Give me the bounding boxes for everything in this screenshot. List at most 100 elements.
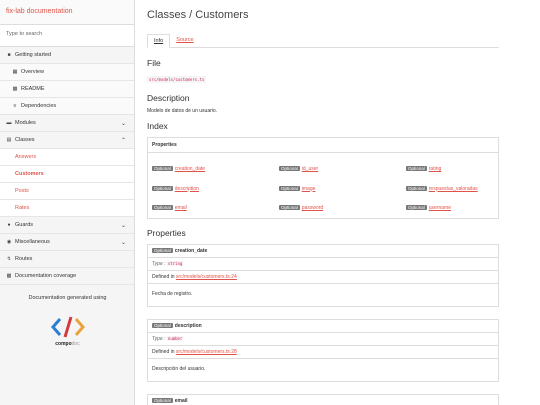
sidebar-item-routes[interactable]: ↯ Routes [0,251,134,268]
defined-label: Defined in [152,274,176,280]
home-icon: ■ [7,52,11,58]
property-card-description: Optional description Type : number Define… [147,319,499,382]
generated-by-text: Documentation generated using [28,295,107,301]
globe-icon: ◉ [6,239,12,245]
index-prop-link[interactable]: rating [429,166,442,172]
index-heading: Index [147,121,168,131]
index-prop-item: Optional rating [406,157,502,175]
sidebar-item-label: Overview [21,69,44,75]
optional-badge: Optional [406,166,427,171]
sidebar-item-label: README [21,86,45,92]
sidebar-item-modules[interactable]: ▬ Modules ⌄ [0,115,134,132]
property-description: Descripción del usuario. [152,366,206,372]
sidebar-item-documentation-coverage[interactable]: ▩ Documentation coverage [0,268,134,285]
sidebar-item-rates[interactable]: Rates [0,200,134,217]
property-defined-row: Defined in src/models/customers.ts:28 [148,346,498,359]
optional-badge: Optional [279,166,300,171]
property-type-row: Type : number [148,333,498,346]
compodoc-logo-icon [50,316,85,338]
sidebar-item-classes[interactable]: ▤ Classes ⌃ [0,132,134,149]
optional-badge: Optional [152,248,173,253]
property-card-creation-date: Optional creation_date Type : string Defi… [147,244,499,307]
index-prop-item: Optional password [279,196,406,214]
sidebar-item-label: Getting started [15,52,52,58]
property-card-title: Optional creation_date [148,245,498,258]
sidebar-item-label: Miscellaneous [15,239,50,245]
optional-badge: Optional [406,205,427,210]
optional-badge: Optional [152,185,173,191]
defined-label: Defined in [152,349,176,355]
lock-icon: ● [7,222,11,228]
index-prop-item: Optional description [152,177,279,195]
grid-icon: ▦ [12,69,18,75]
sidebar-item-label: Modules [15,120,36,126]
index-prop-link[interactable]: description [175,186,199,192]
type-label: Type : [152,336,167,342]
property-defined-row: Defined in src/models/customers.ts:24 [148,271,498,284]
sidebar-item-label: Classes [15,137,35,143]
index-prop-item: Optional image [279,177,406,195]
property-card-email: Optional email [147,394,499,405]
sidebar-item-label: Posts [15,188,29,194]
optional-badge: Optional [152,205,173,210]
sidebar-item-label: Routes [15,256,33,262]
file-path: src/models/customers.ts [147,76,207,83]
book-icon: ▩ [12,86,18,92]
sidebar-nav: ■ Getting started ▦ Overview ▩ README ≡ … [0,47,134,285]
index-prop-link[interactable]: email [175,205,187,211]
file-heading: File [147,58,161,68]
defined-link[interactable]: src/models/customers.ts:28 [176,349,237,355]
index-prop-link[interactable]: password [302,205,323,211]
sidebar-item-label: Dependencies [21,103,57,109]
index-prop-link[interactable]: image [302,186,316,192]
breadcrumb: Classes / Customers [147,9,249,21]
search-input[interactable]: Type to search [0,25,134,47]
chevron-down-icon[interactable]: ⌄ [121,222,126,229]
sidebar-item-label: Documentation coverage [15,273,77,279]
index-prop-link[interactable]: id_user [302,166,318,172]
description-heading: Description [147,93,190,103]
tab-info[interactable]: Info [147,34,171,48]
sidebar-item-miscellaneous[interactable]: ◉ Miscellaneous ⌄ [0,234,134,251]
index-prop-link[interactable]: respuestas_valoradas [429,186,478,192]
index-panel: Properties Optional creation_date Optiona… [147,137,499,219]
sidebar-item-dependencies[interactable]: ≡ Dependencies [0,98,134,115]
property-name: description [174,323,202,329]
optional-badge: Optional [152,398,173,403]
chevron-down-icon[interactable]: ⌄ [121,120,126,127]
index-prop-item: Optional id_user [279,157,406,175]
sidebar-item-label: Guards [15,222,34,228]
index-prop-link[interactable]: creation_date [175,166,205,172]
index-prop-item: Optional respuestas_valoradas [406,177,502,195]
sidebar-item-getting-started[interactable]: ■ Getting started [0,47,134,64]
property-type-row: Type : string [148,258,498,271]
sidebar-item-overview[interactable]: ▦ Overview [0,64,134,81]
property-card-title: Optional description [148,320,498,333]
sidebar-item-readme[interactable]: ▩ README [0,81,134,98]
sidebar: fix-lab documentation Type to search ■ G… [0,0,135,405]
property-description: Fecha de registro. [152,291,193,297]
index-prop-item: Optional email [152,196,279,214]
property-name: email [174,398,188,404]
index-panel-title: Properties [148,138,498,153]
property-name: creation_date [174,248,208,254]
index-prop-link[interactable]: username [429,205,451,211]
routes-icon: ↯ [6,256,12,262]
index-props-grid: Optional creation_date Optional id_user Op… [148,153,498,218]
chevron-down-icon[interactable]: ⌄ [121,239,126,246]
index-prop-item: Optional creation_date [152,157,279,175]
sidebar-item-answers[interactable]: Answers [0,149,134,166]
type-value: string [166,261,184,266]
sidebar-item-guards[interactable]: ● Guards ⌄ [0,217,134,234]
compodoc-logo[interactable] [0,315,134,339]
defined-link[interactable]: src/models/customers.ts:24 [176,274,237,280]
type-value: number [166,336,184,341]
sidebar-item-posts[interactable]: Posts [0,183,134,200]
tab-source[interactable]: Source [170,34,199,47]
chevron-up-icon[interactable]: ⌃ [121,137,126,144]
index-prop-item: Optional username [406,196,502,214]
sidebar-item-customers[interactable]: Customers [0,166,134,183]
brand-title[interactable]: fix-lab documentation [0,0,134,25]
properties-heading: Properties [147,228,186,238]
main-content: Classes / Customers Info Source File src… [135,0,540,405]
